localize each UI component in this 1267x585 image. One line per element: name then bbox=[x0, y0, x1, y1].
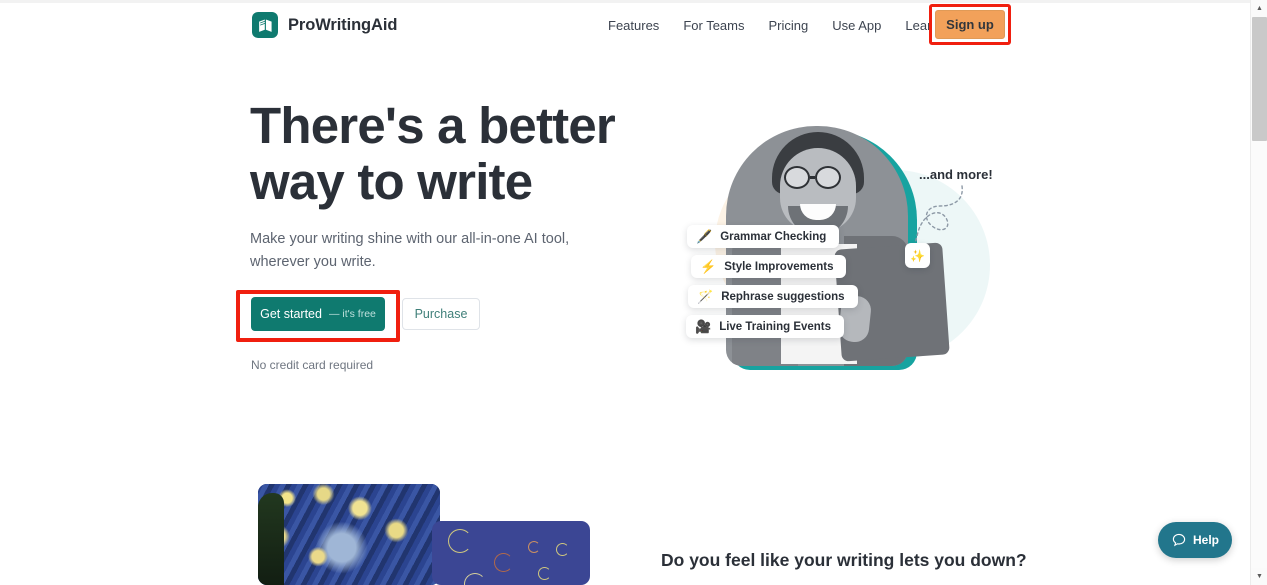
nav-item-pricing[interactable]: Pricing bbox=[756, 14, 820, 37]
page-scrollbar[interactable]: ▲ ▼ bbox=[1250, 0, 1267, 585]
nav-item-use-app[interactable]: Use App bbox=[820, 14, 893, 37]
sparkles-icon: ✨ bbox=[905, 243, 930, 268]
brand-name: ProWritingAid bbox=[288, 15, 398, 34]
scrollbar-thumb[interactable] bbox=[1252, 17, 1267, 141]
feature-badge-label: Rephrase suggestions bbox=[721, 290, 845, 303]
lower-section-heading: Do you feel like your writing lets you d… bbox=[661, 550, 1027, 570]
sign-up-button[interactable]: Sign up bbox=[935, 10, 1005, 39]
dotted-curved-arrow-icon bbox=[914, 185, 963, 245]
pen-icon: 🖋️ bbox=[696, 229, 713, 244]
chat-bubble-icon bbox=[1172, 533, 1186, 547]
chevron-down-icon[interactable]: ▼ bbox=[1251, 568, 1267, 585]
swirl-shape bbox=[448, 529, 472, 553]
help-label: Help bbox=[1192, 533, 1219, 547]
feature-badge-label: Live Training Events bbox=[719, 320, 832, 333]
brand-logo[interactable]: ProWritingAid bbox=[252, 12, 397, 38]
sign-up-highlight-box: Sign up bbox=[929, 4, 1011, 45]
feature-badge-rephrase-suggestions: 🪄 Rephrase suggestions bbox=[688, 285, 858, 308]
no-credit-card-note: No credit card required bbox=[251, 358, 374, 372]
starry-night-image bbox=[258, 484, 440, 585]
starry-night-sky bbox=[258, 484, 440, 585]
hero-title-line-2: way to write bbox=[250, 153, 533, 210]
book-logo-icon bbox=[252, 12, 278, 38]
swirl-shape bbox=[528, 541, 540, 553]
and-more-label: ...and more! bbox=[919, 167, 993, 182]
nav-item-features[interactable]: Features bbox=[596, 14, 671, 37]
hero-title-line-1: There's a better bbox=[250, 97, 616, 154]
feature-badge-style-improvements: ⚡ Style Improvements bbox=[691, 255, 847, 278]
secondary-art-card bbox=[432, 521, 590, 585]
help-button[interactable]: Help bbox=[1158, 522, 1232, 558]
feature-badge-grammar-checking: 🖋️ Grammar Checking bbox=[687, 225, 840, 248]
nav-item-for-teams[interactable]: For Teams bbox=[671, 14, 756, 37]
feature-badge-live-training-events: 🎥 Live Training Events bbox=[686, 315, 845, 338]
wand-icon: 🪄 bbox=[697, 289, 714, 304]
get-started-label: Get started bbox=[260, 307, 322, 321]
cypress-tree bbox=[258, 493, 284, 585]
hero-subtitle-line-2: wherever you write. bbox=[250, 254, 376, 270]
glasses-left-lens bbox=[784, 166, 810, 189]
glasses-right-lens bbox=[815, 166, 841, 189]
get-started-suffix: — it's free bbox=[328, 308, 376, 320]
feature-badge-label: Style Improvements bbox=[724, 260, 834, 273]
bolt-icon: ⚡ bbox=[700, 259, 717, 274]
hero-subtitle-line-1: Make your writing shine with our all-in-… bbox=[250, 231, 570, 247]
page-root: ProWritingAid Features For Teams Pricing… bbox=[0, 0, 1267, 585]
purchase-button[interactable]: Purchase bbox=[402, 298, 480, 330]
site-header: ProWritingAid Features For Teams Pricing… bbox=[0, 0, 1250, 50]
get-started-button[interactable]: Get started — it's free bbox=[251, 297, 385, 331]
swirl-shape bbox=[494, 553, 513, 572]
swirl-shape bbox=[556, 543, 569, 556]
camera-icon: 🎥 bbox=[695, 319, 712, 334]
swirl-shape bbox=[464, 573, 486, 585]
glasses-bridge bbox=[810, 176, 815, 179]
feature-badge-label: Grammar Checking bbox=[720, 230, 827, 243]
swirl-shape bbox=[538, 567, 551, 580]
hero-subtitle: Make your writing shine with our all-in-… bbox=[250, 228, 580, 274]
chevron-up-icon[interactable]: ▲ bbox=[1251, 0, 1267, 17]
page-title: There's a better way to write bbox=[250, 98, 670, 210]
